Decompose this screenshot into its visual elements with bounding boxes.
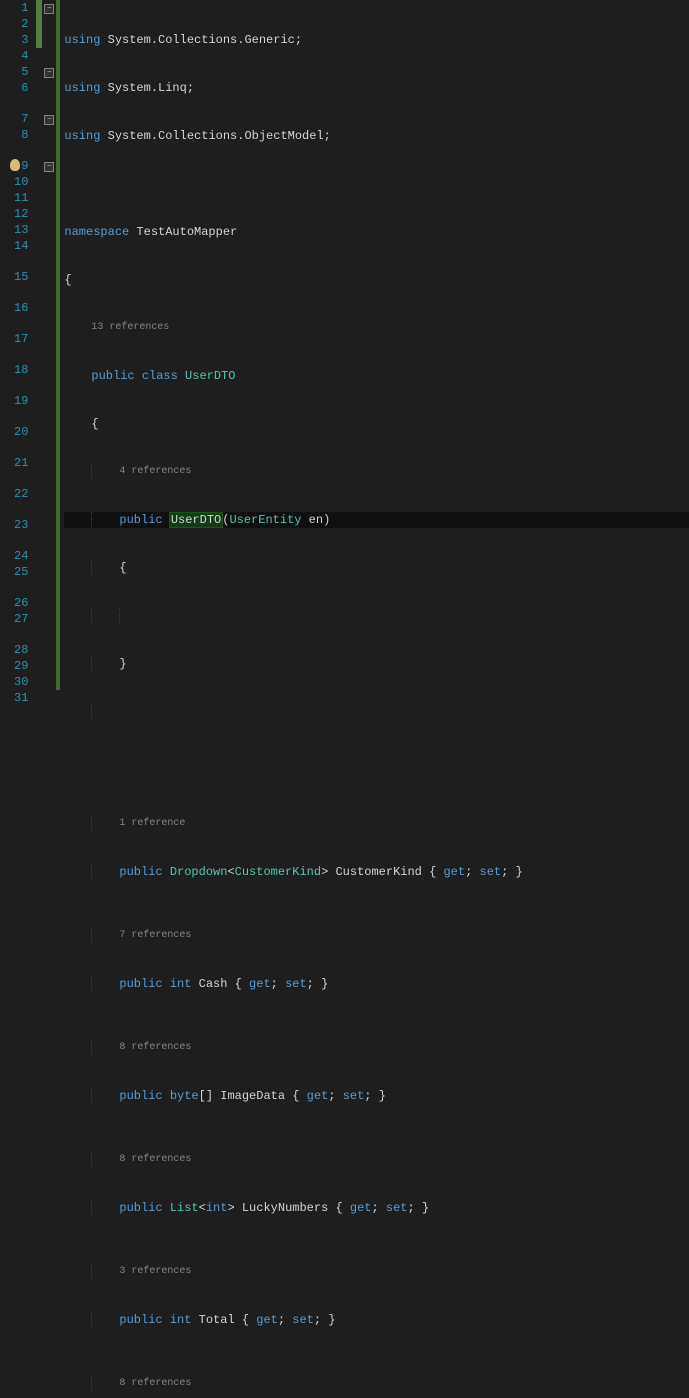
line-number: 26: [0, 595, 36, 611]
fold-minus-icon[interactable]: −: [44, 4, 54, 14]
line-number: 23: [0, 517, 36, 533]
code-line[interactable]: public Dropdown<CustomerKind> CustomerKi…: [64, 864, 689, 880]
line-number: 28: [0, 642, 36, 658]
code-line[interactable]: using System.Collections.ObjectModel;: [64, 128, 689, 144]
line-number: 17: [0, 331, 36, 347]
codelens-references[interactable]: 8 references: [64, 1040, 689, 1056]
lightbulb-icon[interactable]: [10, 159, 20, 171]
line-number: 12: [0, 206, 36, 222]
code-editor[interactable]: 1 2 3 4 5 6 7 8 9 10 11 12 13 14 15 16 1…: [0, 0, 689, 1398]
line-number: 31: [0, 690, 36, 706]
code-line[interactable]: public int Total { get; set; }: [64, 1312, 689, 1328]
caret-symbol: UserDTO: [169, 512, 223, 528]
line-number: 22: [0, 486, 36, 502]
code-line[interactable]: [64, 176, 689, 192]
code-line[interactable]: using System.Linq;: [64, 80, 689, 96]
codelens-references[interactable]: 7 references: [64, 928, 689, 944]
codelens-references[interactable]: 13 references: [64, 320, 689, 336]
codelens-references[interactable]: 8 references: [64, 1376, 689, 1392]
line-number: 5: [0, 64, 36, 80]
line-number: 25: [0, 564, 36, 580]
line-number: 16: [0, 300, 36, 316]
line-number: 21: [0, 455, 36, 471]
line-number: 7: [0, 111, 36, 127]
line-number: 1: [0, 0, 36, 16]
code-line[interactable]: [64, 752, 689, 768]
fold-minus-icon[interactable]: −: [44, 162, 54, 172]
code-line[interactable]: using System.Collections.Generic;: [64, 32, 689, 48]
code-line[interactable]: public class UserDTO: [64, 368, 689, 384]
line-number: 2: [0, 16, 36, 32]
line-number-gutter: 1 2 3 4 5 6 7 8 9 10 11 12 13 14 15 16 1…: [0, 0, 36, 1398]
line-number: 19: [0, 393, 36, 409]
line-number: 15: [0, 269, 36, 285]
line-number: 6: [0, 80, 36, 96]
line-number: 29: [0, 658, 36, 674]
code-area[interactable]: using System.Collections.Generic; using …: [60, 0, 689, 1398]
codelens-references[interactable]: 8 references: [64, 1152, 689, 1168]
line-number: 13: [0, 222, 36, 238]
code-line[interactable]: public List<int> LuckyNumbers { get; set…: [64, 1200, 689, 1216]
line-number: 3: [0, 32, 36, 48]
line-number: 20: [0, 424, 36, 440]
code-line[interactable]: [64, 704, 689, 720]
line-number: 24: [0, 548, 36, 564]
code-line[interactable]: {: [64, 560, 689, 576]
code-line[interactable]: }: [64, 656, 689, 672]
line-number: 4: [0, 48, 36, 64]
code-line-current[interactable]: public UserDTO(UserEntity en): [64, 512, 689, 528]
code-line[interactable]: public int Cash { get; set; }: [64, 976, 689, 992]
code-line[interactable]: [64, 608, 689, 624]
line-number: 8: [0, 127, 36, 143]
outline-margin[interactable]: − − − −: [42, 0, 56, 1398]
line-number: 30: [0, 674, 36, 690]
code-line[interactable]: {: [64, 272, 689, 288]
code-line[interactable]: {: [64, 416, 689, 432]
line-number: 11: [0, 190, 36, 206]
codelens-references[interactable]: 3 references: [64, 1264, 689, 1280]
line-number: 18: [0, 362, 36, 378]
fold-minus-icon[interactable]: −: [44, 115, 54, 125]
code-line[interactable]: namespace TestAutoMapper: [64, 224, 689, 240]
line-number: 14: [0, 238, 36, 254]
line-number: 27: [0, 611, 36, 627]
codelens-references[interactable]: 4 references: [64, 464, 689, 480]
codelens-references[interactable]: 1 reference: [64, 816, 689, 832]
fold-minus-icon[interactable]: −: [44, 68, 54, 78]
line-number: 10: [0, 174, 36, 190]
code-line[interactable]: public byte[] ImageData { get; set; }: [64, 1088, 689, 1104]
